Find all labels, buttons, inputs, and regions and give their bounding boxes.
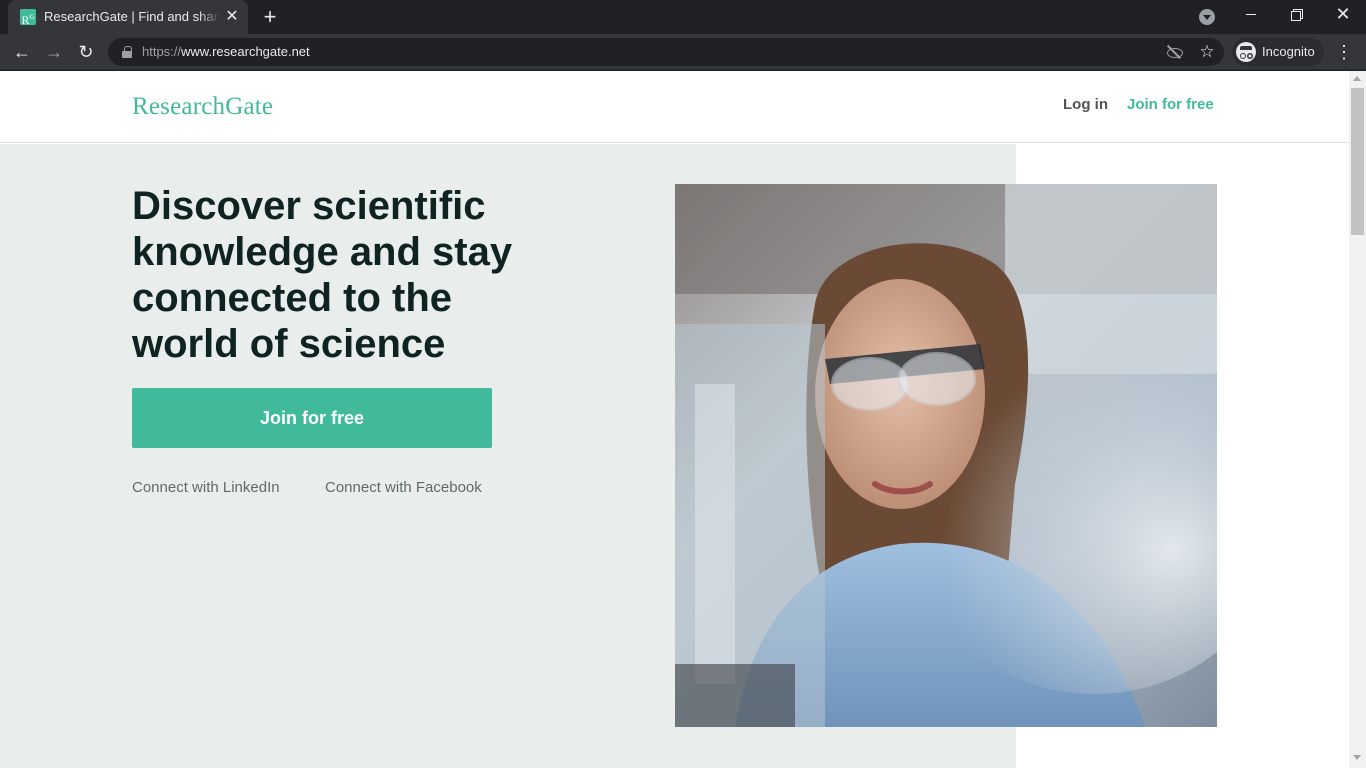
minimize-button[interactable] xyxy=(1228,0,1274,30)
hero-title: Discover scientific knowledge and stay c… xyxy=(132,184,513,366)
connect-linkedin-link[interactable]: Connect with LinkedIn xyxy=(132,479,280,497)
lock-icon[interactable] xyxy=(122,46,132,58)
tab-title: ResearchGate | Find and share research xyxy=(44,9,220,24)
reload-icon[interactable]: ↻ xyxy=(74,40,98,64)
tracking-blocked-icon[interactable] xyxy=(1166,44,1183,60)
address-bar[interactable]: https://www.researchgate.net ☆ xyxy=(108,38,1224,66)
incognito-profile-button[interactable]: Incognito xyxy=(1232,38,1324,66)
new-tab-button[interactable]: + xyxy=(258,6,282,28)
back-arrow-icon[interactable]: ← xyxy=(10,40,34,64)
browser-tabstrip: RG ResearchGate | Find and share researc… xyxy=(0,0,1366,34)
bookmark-star-icon[interactable]: ☆ xyxy=(1198,42,1216,62)
tab-search-icon[interactable] xyxy=(1199,9,1215,25)
hero-scientist-photo xyxy=(675,184,1217,727)
browser-tab[interactable]: RG ResearchGate | Find and share researc… xyxy=(8,0,248,34)
window-close-button[interactable]: ✕ xyxy=(1320,0,1366,30)
join-for-free-button[interactable]: Join for free xyxy=(132,388,492,448)
address-url[interactable]: https://www.researchgate.net xyxy=(142,44,310,60)
tab-close-icon[interactable]: ✕ xyxy=(224,9,240,25)
scroll-down-icon[interactable] xyxy=(1353,755,1361,760)
scroll-up-icon[interactable] xyxy=(1353,76,1361,81)
researchgate-logo[interactable]: ResearchGate xyxy=(132,92,273,122)
login-link[interactable]: Log in xyxy=(1063,96,1108,114)
header-join-link[interactable]: Join for free xyxy=(1127,96,1214,114)
connect-facebook-link[interactable]: Connect with Facebook xyxy=(325,479,482,497)
browser-menu-icon[interactable]: ⋮ xyxy=(1334,40,1354,64)
restore-button[interactable] xyxy=(1274,0,1320,30)
profile-label: Incognito xyxy=(1262,44,1315,59)
page-scrollbar[interactable] xyxy=(1349,71,1366,768)
researchgate-favicon-icon: RG xyxy=(20,9,36,27)
scroll-thumb[interactable] xyxy=(1351,88,1364,235)
browser-toolbar: ← → ↻ https://www.researchgate.net ☆ Inc… xyxy=(0,34,1366,70)
scientist-photo-illustration xyxy=(675,184,1217,727)
forward-arrow-icon[interactable]: → xyxy=(42,40,66,64)
page-viewport: ResearchGate Log in Join for free Discov… xyxy=(0,71,1349,768)
incognito-icon xyxy=(1236,42,1256,62)
site-header: ResearchGate Log in Join for free xyxy=(0,71,1349,143)
